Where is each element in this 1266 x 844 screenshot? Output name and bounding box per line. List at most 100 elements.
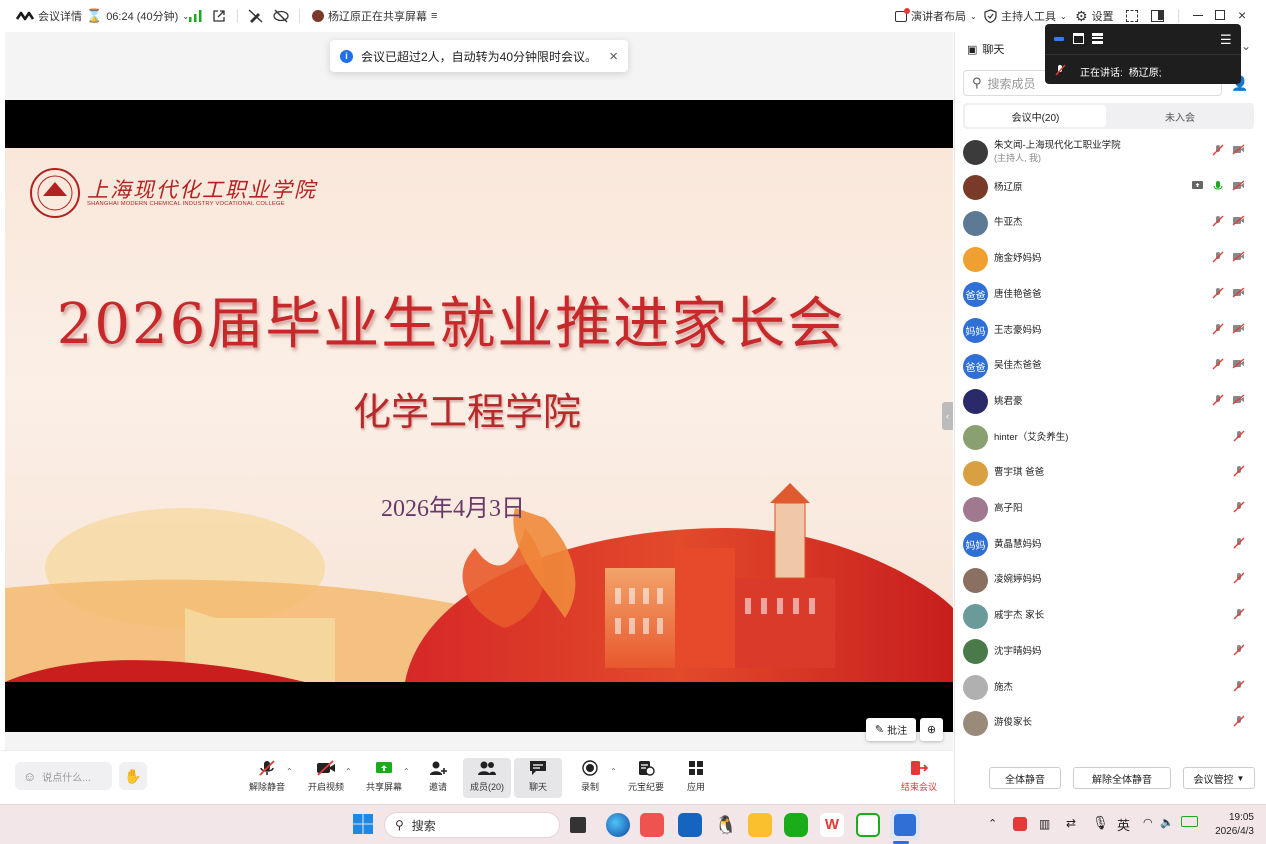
member-row[interactable]: 曹宇琪 爸爸 [963, 457, 1253, 489]
task-view-icon[interactable] [570, 817, 586, 833]
mic-muted-icon[interactable] [1212, 251, 1224, 266]
mute-all-button[interactable]: 全体静音 [989, 767, 1061, 789]
camera-off-icon[interactable] [1232, 215, 1245, 230]
invite-button[interactable]: 邀请 [414, 758, 462, 798]
camera-off-icon[interactable] [1232, 394, 1245, 409]
member-row[interactable]: 姚君豪 [963, 386, 1253, 418]
member-row[interactable]: 施杰 [963, 672, 1253, 704]
mic-on-icon[interactable] [1212, 180, 1224, 195]
chevron-up-icon[interactable]: ⌃ [286, 767, 293, 776]
camera-off-icon[interactable] [1232, 180, 1245, 195]
host-tools-button[interactable]: 主持人工具 ⌄ [984, 8, 1067, 24]
collapse-panel-icon[interactable]: ‹ [942, 402, 953, 430]
member-row[interactable]: 游俊家长 [963, 707, 1253, 739]
mic-muted-icon[interactable] [1212, 358, 1224, 373]
hide-video-icon[interactable] [273, 9, 289, 26]
mic-muted-icon[interactable] [1233, 680, 1245, 695]
collapse-icon[interactable]: ☰ [1220, 32, 1232, 48]
wifi-icon[interactable]: ◠ [1143, 816, 1153, 829]
volume-icon[interactable]: 🔈 [1160, 816, 1174, 829]
member-row[interactable]: 朱文闻-上海现代化工职业学院 (主持人, 我) [963, 136, 1253, 168]
record-button[interactable]: 录制 [566, 758, 614, 798]
ime-indicator[interactable]: 英 [1117, 815, 1130, 834]
camera-off-icon[interactable] [1232, 322, 1245, 338]
mic-muted-icon[interactable] [1233, 465, 1245, 480]
unmute-button[interactable]: 解除静音 [243, 758, 291, 798]
fullscreen-icon[interactable] [1126, 10, 1138, 22]
end-meeting-button[interactable]: 结束会议 [895, 758, 943, 798]
share-screen-button[interactable]: 共享屏幕 [360, 758, 408, 798]
stop-annotation-icon[interactable] [248, 9, 263, 26]
mic-muted-icon[interactable] [1212, 144, 1224, 159]
unmute-all-button[interactable]: 解除全体静音 [1073, 767, 1171, 789]
meeting-control-button[interactable]: 会议管控 ▼ [1183, 767, 1255, 789]
chevron-up-icon[interactable]: ⌃ [610, 767, 617, 776]
members-button[interactable]: 成员(20) [463, 758, 511, 798]
raise-hand-icon[interactable]: ✋ [119, 762, 147, 790]
mic-muted-icon[interactable] [1233, 608, 1245, 623]
settings-button[interactable]: ⚙ 设置 [1075, 8, 1114, 25]
mic-muted-icon[interactable] [1212, 394, 1224, 409]
chevron-up-icon[interactable]: ⌃ [403, 767, 410, 776]
edge-browser-icon[interactable] [606, 813, 630, 837]
member-row[interactable]: 牛亚杰 [963, 207, 1253, 239]
yuanbao-summary-button[interactable]: 元宝纪要 [622, 758, 670, 798]
start-video-button[interactable]: 开启视频 [302, 758, 350, 798]
tab-in-meeting[interactable]: 会议中(20) [965, 105, 1106, 127]
floating-speaker-bar[interactable]: ☰ 正在讲话: 杨辽原; [1045, 24, 1241, 84]
mic-muted-icon[interactable] [1233, 430, 1245, 445]
microphone-tray-icon[interactable]: 🎙 [1092, 815, 1109, 831]
chevron-down-icon[interactable]: ⌄ [1241, 39, 1251, 53]
tray-chevron-up-icon[interactable]: ⌃ [988, 817, 997, 830]
minimize-icon[interactable] [1054, 37, 1064, 41]
camera-off-icon[interactable] [1232, 251, 1245, 266]
annotate-button[interactable]: ✎ 批注 [866, 718, 916, 741]
chat-input[interactable]: ☺ 说点什么... [15, 762, 112, 790]
member-row[interactable]: 施金妤妈妈 [963, 243, 1253, 275]
timer-button[interactable]: ⌛ 06:24 (40分钟) ⌄ [86, 8, 189, 24]
close-icon[interactable]: × [609, 48, 618, 65]
mic-muted-icon[interactable] [1233, 715, 1245, 730]
qq-icon[interactable]: 🐧 [714, 813, 738, 837]
mic-muted-icon[interactable] [1212, 215, 1224, 230]
mic-muted-icon[interactable] [1212, 323, 1224, 338]
apps-button[interactable]: 应用 [672, 758, 720, 798]
mic-muted-icon[interactable] [1233, 644, 1245, 659]
window-icon[interactable] [1073, 33, 1084, 44]
network-tray-icon[interactable]: ⇄ [1066, 816, 1076, 830]
camera-off-icon[interactable] [1232, 144, 1245, 159]
member-row[interactable]: 妈妈 黄晶慧妈妈 [963, 529, 1253, 561]
windows-start-icon[interactable] [352, 813, 376, 837]
store-icon[interactable] [678, 813, 702, 837]
mic-muted-icon[interactable] [1233, 501, 1245, 516]
member-row[interactable]: 妈妈 王志豪妈妈 [963, 315, 1253, 347]
mic-muted-icon[interactable] [1212, 287, 1224, 302]
mic-muted-icon[interactable] [1233, 572, 1245, 587]
screen-share-icon[interactable] [1191, 180, 1204, 195]
clock[interactable]: 19:05 2026/4/3 [1206, 811, 1254, 839]
chat-tab[interactable]: ▣ 聊天 [967, 41, 1004, 57]
popout-icon[interactable] [212, 9, 226, 26]
file-explorer-icon[interactable] [748, 813, 772, 837]
signal-icon[interactable] [189, 10, 202, 25]
member-row[interactable]: 沈宇晴妈妈 [963, 636, 1253, 668]
tab-not-joined[interactable]: 未入会 [1108, 105, 1252, 127]
sharing-status[interactable]: 杨辽原正在共享屏幕 ≡ [312, 8, 437, 24]
wps-icon[interactable]: W [820, 813, 844, 837]
chevron-up-icon[interactable]: ⌃ [345, 767, 352, 776]
member-row[interactable]: 爸爸 唐佳艳爸爸 [963, 279, 1253, 311]
battery-icon[interactable] [1181, 816, 1198, 827]
close-icon[interactable]: × [1238, 7, 1246, 23]
member-row[interactable]: 爸爸 吴佳杰爸爸 [963, 350, 1253, 382]
minimize-icon[interactable] [1193, 15, 1203, 17]
chat-button[interactable]: 聊天 [514, 758, 562, 798]
member-row[interactable]: hinter（艾灸养生) [963, 422, 1253, 454]
tencent-meeting-app-icon[interactable] [890, 810, 920, 840]
member-row[interactable]: 凌婉婷妈妈 [963, 564, 1253, 596]
bandwidth-tray-icon[interactable]: ▥ [1039, 817, 1050, 831]
security-tray-icon[interactable] [1013, 817, 1027, 831]
app-red-icon[interactable] [640, 813, 664, 837]
restore-icon[interactable] [1215, 10, 1225, 20]
list-view-icon[interactable] [1092, 33, 1103, 44]
presenter-layout-button[interactable]: 演讲者布局 ⌄ [895, 7, 977, 24]
